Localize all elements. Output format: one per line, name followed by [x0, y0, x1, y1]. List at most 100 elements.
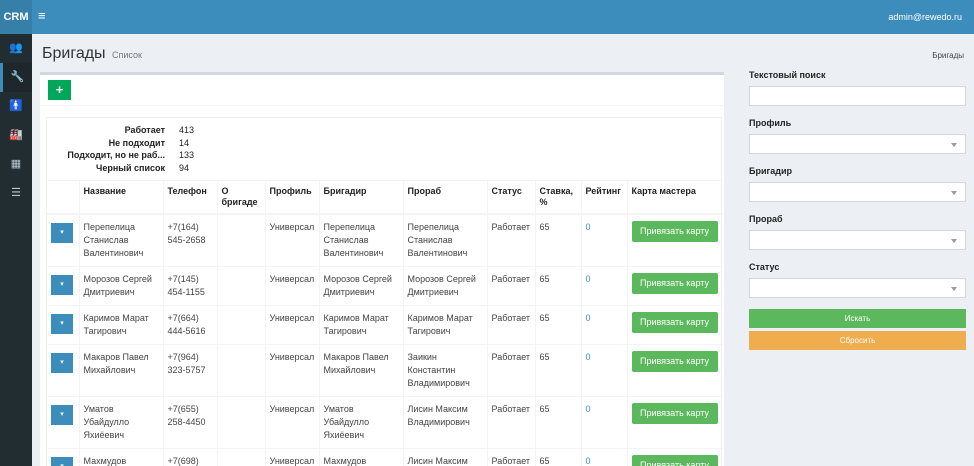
master-card-cell: Привязать карту: [626, 448, 723, 466]
rating-link[interactable]: 0: [580, 213, 627, 267]
bind-card-button[interactable]: Привязать карту: [631, 351, 718, 372]
profile-select[interactable]: [749, 134, 966, 154]
manager-cell: Морозов Сергей Дмитриевич: [402, 266, 487, 306]
column-header-rate[interactable]: Ставка, %: [534, 180, 581, 215]
row-dropdown-button[interactable]: ▾: [51, 457, 73, 466]
users-icon[interactable]: 👥: [0, 34, 32, 63]
bind-card-button[interactable]: Привязать карту: [631, 455, 718, 466]
list-icon[interactable]: ☰: [0, 179, 32, 208]
foreman-cell: Махмудов Азамжон: [318, 448, 403, 466]
column-header-foreman[interactable]: Бригадир: [318, 180, 403, 215]
rate-cell: 65: [534, 448, 581, 466]
column-header-name[interactable]: Название: [78, 180, 163, 215]
master-card-cell: Привязать карту: [626, 266, 723, 306]
bind-card-button[interactable]: Привязать карту: [631, 273, 718, 294]
user-menu[interactable]: admin@rewedo.ru: [888, 12, 962, 22]
phone-cell: +7(664) 444-5616: [162, 305, 217, 345]
stat-row: Не подходит 14: [53, 137, 194, 150]
row-dropdown-button[interactable]: ▾: [51, 275, 73, 295]
chevron-down-icon: [951, 191, 957, 195]
rating-link[interactable]: 0: [580, 396, 627, 449]
row-dropdown-button[interactable]: ▾: [51, 405, 73, 425]
manager-cell: Заикин Константин Владимирович: [402, 344, 487, 397]
foreman-select[interactable]: [749, 182, 966, 202]
name-cell: Перепелица Станислав Валентинович: [78, 213, 163, 267]
row-dropdown-button[interactable]: ▾: [51, 353, 73, 373]
about-cell: [216, 448, 265, 466]
manager-select[interactable]: [749, 230, 966, 250]
top-navbar: CRM ≡ admin@rewedo.ru: [0, 0, 974, 34]
phone-cell: +7(164) 545-2658: [162, 213, 217, 267]
reset-button[interactable]: Сбросить: [749, 331, 966, 350]
bind-card-button[interactable]: Привязать карту: [631, 403, 718, 424]
status-select[interactable]: [749, 278, 966, 298]
status-cell: Работает: [486, 213, 535, 267]
rating-link[interactable]: 0: [580, 266, 627, 306]
status-cell: Работает: [486, 396, 535, 449]
search-input[interactable]: [749, 86, 966, 106]
archive-icon[interactable]: ▦: [0, 150, 32, 179]
profile-cell: Универсал: [264, 448, 319, 466]
profile-cell: Универсал: [264, 213, 319, 267]
stat-label: Не подходит: [108, 137, 165, 148]
stat-row: Подходит, но не раб... 133: [53, 149, 194, 162]
brigades-box: + Работает 413 Не подходит 14 Подходит, …: [40, 72, 724, 466]
factory-icon[interactable]: 🏭: [0, 121, 32, 150]
column-header-about[interactable]: О бригаде: [216, 180, 265, 215]
column-header-profile[interactable]: Профиль: [264, 180, 319, 215]
table-header-row: Название Телефон О бригаде Профиль Брига…: [47, 180, 723, 215]
phone-cell: +7(698) 526-6688: [162, 448, 217, 466]
manager-label: Прораб: [749, 214, 783, 224]
page-subtitle: Список: [112, 50, 142, 60]
bind-card-button[interactable]: Привязать карту: [631, 312, 718, 333]
column-header-rating[interactable]: Рейтинг: [580, 180, 627, 215]
actions-cell: ▾: [47, 213, 79, 267]
hamburger-icon[interactable]: ≡: [38, 9, 46, 23]
stat-value: 133: [179, 150, 195, 160]
rate-cell: 65: [534, 305, 581, 345]
table-row: ▾ Морозов Сергей Дмитриевич +7(145) 454-…: [47, 266, 723, 306]
profile-label: Профиль: [749, 118, 792, 128]
status-cell: Работает: [486, 266, 535, 306]
actions-cell: ▾: [47, 305, 79, 345]
column-header-actions: [47, 180, 79, 215]
wrench-icon[interactable]: 🔧: [0, 63, 32, 92]
rate-cell: 65: [534, 266, 581, 306]
status-label: Статус: [749, 262, 780, 272]
foreman-cell: Морозов Сергей Дмитриевич: [318, 266, 403, 306]
stat-value: 413: [179, 125, 195, 135]
about-cell: [216, 213, 265, 267]
profile-cell: Универсал: [264, 266, 319, 306]
column-header-status[interactable]: Статус: [486, 180, 535, 215]
column-header-manager[interactable]: Прораб: [402, 180, 487, 215]
bind-card-button[interactable]: Привязать карту: [631, 221, 718, 242]
name-cell: Морозов Сергей Дмитриевич: [78, 266, 163, 306]
search-button[interactable]: Искать: [749, 309, 966, 328]
status-cell: Работает: [486, 344, 535, 397]
column-header-phone[interactable]: Телефон: [162, 180, 217, 215]
stat-value: 14: [179, 137, 190, 148]
row-dropdown-button[interactable]: ▾: [51, 223, 73, 243]
table-row: ▾ Каримов Марат Тагирович +7(664) 444-56…: [47, 305, 723, 345]
foreman-cell: Перепелица Станислав Валентинович: [318, 213, 403, 267]
rating-link[interactable]: 0: [580, 305, 627, 345]
breadcrumb[interactable]: Бригады: [932, 51, 964, 60]
phone-cell: +7(145) 454-1155: [162, 266, 217, 306]
table-row: ▾ Уматов Убайдулло Яхиёевич +7(655) 258-…: [47, 396, 723, 449]
profile-cell: Универсал: [264, 344, 319, 397]
status-cell: Работает: [486, 448, 535, 466]
phone-cell: +7(655) 258-4450: [162, 396, 217, 449]
rating-link[interactable]: 0: [580, 344, 627, 397]
manager-cell: Перепелица Станислав Валентинович: [402, 213, 487, 267]
sidebar: 👥 🔧 🚹 🏭 ▦ ☰: [0, 34, 32, 466]
status-summary: Работает 413 Не подходит 14 Подходит, но…: [53, 124, 194, 174]
app-logo[interactable]: CRM: [0, 0, 32, 34]
person-icon[interactable]: 🚹: [0, 92, 32, 121]
status-cell: Работает: [486, 305, 535, 345]
row-dropdown-button[interactable]: ▾: [51, 314, 73, 334]
rating-link[interactable]: 0: [580, 448, 627, 466]
add-brigade-button[interactable]: +: [48, 80, 71, 100]
stat-label: Подходит, но не раб...: [67, 150, 165, 160]
profile-cell: Универсал: [264, 305, 319, 345]
stat-row: Работает 413: [53, 124, 194, 137]
